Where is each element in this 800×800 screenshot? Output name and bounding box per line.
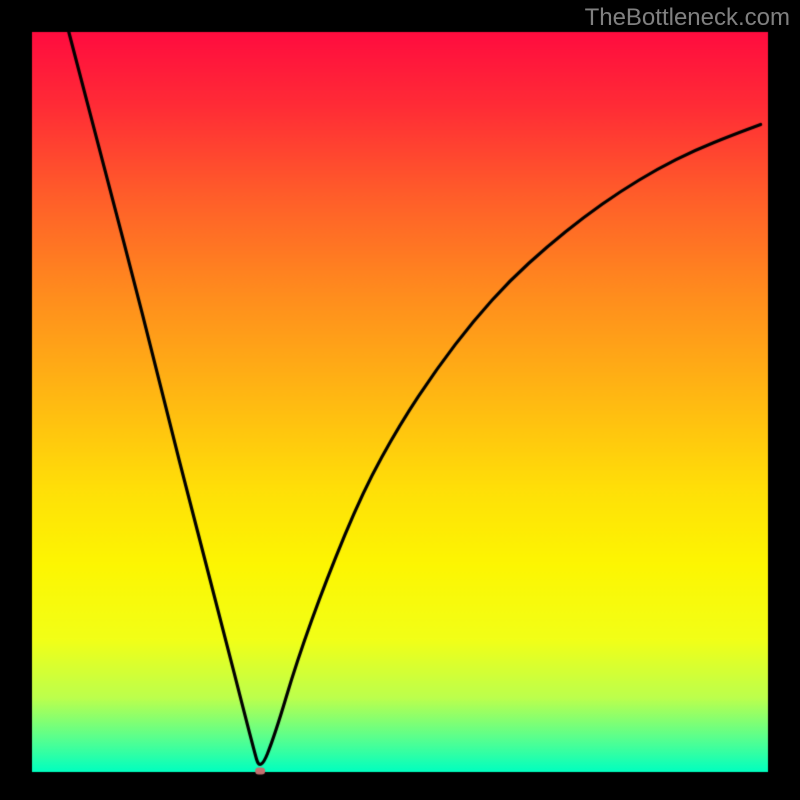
bottleneck-chart-canvas [0, 0, 800, 800]
attribution-label: TheBottleneck.com [585, 4, 790, 32]
chart-container: TheBottleneck.com [0, 0, 800, 800]
